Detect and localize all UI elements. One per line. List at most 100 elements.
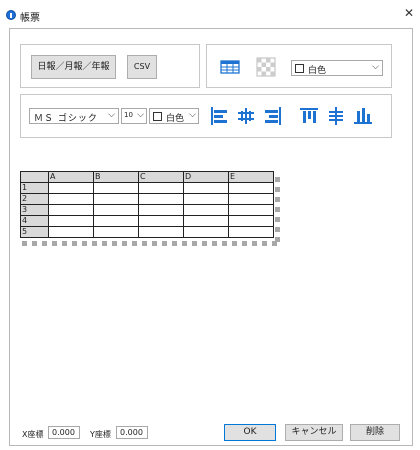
- resize-handle[interactable]: [275, 197, 280, 202]
- resize-handle[interactable]: [82, 241, 87, 246]
- text-color-select[interactable]: 白色 ⌵: [149, 108, 199, 124]
- resize-handle[interactable]: [275, 227, 280, 232]
- table-corner-cell: [20, 171, 49, 183]
- resize-handle[interactable]: [52, 241, 57, 246]
- resize-handle[interactable]: [275, 187, 280, 192]
- resize-handle[interactable]: [252, 241, 257, 246]
- resize-handle[interactable]: [192, 241, 197, 246]
- background-color-select[interactable]: 白色 ⌵: [291, 60, 383, 76]
- table-cell[interactable]: [93, 193, 139, 205]
- x-coordinate-label: X座標: [22, 430, 44, 439]
- table-cell[interactable]: [48, 204, 94, 216]
- column-header[interactable]: B: [93, 171, 139, 183]
- row-header[interactable]: 1: [20, 182, 49, 194]
- close-button[interactable]: ✕: [402, 6, 416, 20]
- align-center-horizontal-icon[interactable]: [235, 105, 257, 127]
- x-coordinate-input[interactable]: 0.000: [48, 426, 80, 439]
- resize-handle[interactable]: [242, 241, 247, 246]
- resize-handle[interactable]: [262, 241, 267, 246]
- table-cell[interactable]: [138, 226, 184, 238]
- table-grid-icon[interactable]: [219, 56, 241, 78]
- align-top-icon[interactable]: [298, 105, 320, 127]
- resize-handle[interactable]: [122, 241, 127, 246]
- table-cell[interactable]: [228, 204, 274, 216]
- table-cell[interactable]: [183, 193, 229, 205]
- y-coordinate-input[interactable]: 0.000: [116, 426, 148, 439]
- table-row: 1: [20, 182, 274, 194]
- table-cell[interactable]: [93, 226, 139, 238]
- column-header[interactable]: D: [183, 171, 229, 183]
- table-row: 5: [20, 226, 274, 238]
- row-header[interactable]: 3: [20, 204, 49, 216]
- table-cell[interactable]: [93, 204, 139, 216]
- table-header-row: A B C D E: [20, 171, 274, 183]
- resize-handle[interactable]: [132, 241, 137, 246]
- table-cell[interactable]: [48, 215, 94, 227]
- resize-handle[interactable]: [275, 177, 280, 182]
- resize-handle[interactable]: [182, 241, 187, 246]
- resize-handle[interactable]: [62, 241, 67, 246]
- ok-button[interactable]: OK: [224, 424, 276, 441]
- delete-button[interactable]: 削除: [350, 424, 400, 441]
- resize-handle[interactable]: [232, 241, 237, 246]
- resize-handle[interactable]: [272, 241, 277, 246]
- table-cell[interactable]: [228, 182, 274, 194]
- column-header[interactable]: C: [138, 171, 184, 183]
- align-right-icon[interactable]: [262, 105, 284, 127]
- row-header[interactable]: 5: [20, 226, 49, 238]
- resize-handle[interactable]: [102, 241, 107, 246]
- resize-handle[interactable]: [92, 241, 97, 246]
- column-header[interactable]: A: [48, 171, 94, 183]
- align-bottom-icon[interactable]: [352, 105, 374, 127]
- font-family-value: ＭＳ ゴシック: [34, 114, 98, 124]
- table-cell[interactable]: [228, 193, 274, 205]
- resize-handle[interactable]: [112, 241, 117, 246]
- resize-handle[interactable]: [202, 241, 207, 246]
- style-group: 白色 ⌵: [206, 44, 392, 88]
- report-type-button[interactable]: 日報／月報／年報: [31, 55, 116, 79]
- resize-handle[interactable]: [222, 241, 227, 246]
- csv-button[interactable]: CSV: [127, 55, 157, 79]
- resize-handle[interactable]: [152, 241, 157, 246]
- font-size-select[interactable]: 10 ⌵: [121, 108, 147, 124]
- chevron-down-icon: ⌵: [137, 110, 144, 120]
- table-cell[interactable]: [183, 226, 229, 238]
- table-cell[interactable]: [183, 204, 229, 216]
- align-left-icon[interactable]: [208, 105, 230, 127]
- table-cell[interactable]: [48, 182, 94, 194]
- color-swatch: [295, 64, 304, 73]
- resize-handle[interactable]: [275, 207, 280, 212]
- column-header[interactable]: E: [228, 171, 274, 183]
- font-family-select[interactable]: ＭＳ ゴシック ⌵: [29, 108, 119, 124]
- resize-handle[interactable]: [22, 241, 27, 246]
- resize-handle[interactable]: [72, 241, 77, 246]
- table-cell[interactable]: [93, 182, 139, 194]
- table-cell[interactable]: [138, 215, 184, 227]
- table-cell[interactable]: [138, 204, 184, 216]
- color-swatch: [153, 112, 162, 121]
- table-cell[interactable]: [48, 226, 94, 238]
- table-cell[interactable]: [138, 182, 184, 194]
- resize-handle[interactable]: [172, 241, 177, 246]
- preview-table[interactable]: A B C D E 1 2 3 4 5: [20, 171, 274, 238]
- resize-handle[interactable]: [42, 241, 47, 246]
- align-middle-vertical-icon[interactable]: [325, 105, 347, 127]
- row-header[interactable]: 2: [20, 193, 49, 205]
- table-cell[interactable]: [48, 193, 94, 205]
- table-row: 4: [20, 215, 274, 227]
- table-cell[interactable]: [183, 215, 229, 227]
- table-cell[interactable]: [183, 182, 229, 194]
- chevron-down-icon: ⌵: [189, 110, 196, 120]
- table-cell[interactable]: [93, 215, 139, 227]
- transparent-pattern-icon[interactable]: [255, 56, 277, 78]
- resize-handle[interactable]: [212, 241, 217, 246]
- table-cell[interactable]: [228, 226, 274, 238]
- resize-handle[interactable]: [275, 217, 280, 222]
- resize-handle[interactable]: [32, 241, 37, 246]
- table-cell[interactable]: [228, 215, 274, 227]
- resize-handle[interactable]: [162, 241, 167, 246]
- resize-handle[interactable]: [142, 241, 147, 246]
- cancel-button[interactable]: キャンセル: [285, 424, 343, 441]
- row-header[interactable]: 4: [20, 215, 49, 227]
- table-cell[interactable]: [138, 193, 184, 205]
